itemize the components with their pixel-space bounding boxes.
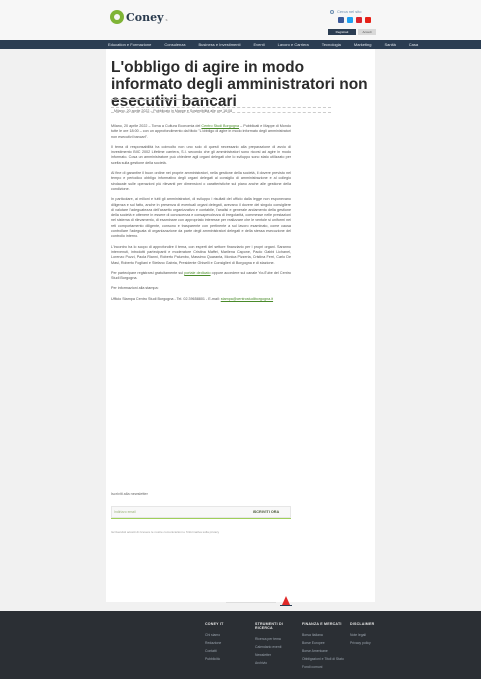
footer-link[interactable]: Newsletter <box>255 651 299 659</box>
twitter-icon[interactable] <box>347 17 353 23</box>
paragraph: Per informazioni alla stampa: <box>111 286 159 291</box>
footer-link[interactable]: Obbligazioni e Titoli di Stato <box>302 655 346 663</box>
brand-mark-icon <box>282 596 290 605</box>
paragraph: Milano, 20 aprile 2022 – Torna a Cultura… <box>111 124 292 139</box>
footer-heading: CONEY IT <box>205 622 224 626</box>
nav-item[interactable]: Business e Investimenti <box>198 40 240 49</box>
site-footer: CONEY IT Chi siamo Redazione Contatti Pu… <box>0 611 481 679</box>
footer-link[interactable]: Contatti <box>205 647 249 655</box>
site-logo[interactable]: Coney s <box>110 8 167 26</box>
newsletter-underline <box>111 518 291 519</box>
share-handle[interactable] <box>166 98 169 101</box>
main-nav: Education e Formazione Consulenza Busine… <box>0 40 481 49</box>
footer-link[interactable]: Calendario eventi <box>255 643 299 651</box>
footer-heading: STRUMENTI DI RICERCA <box>255 622 283 630</box>
share-track <box>111 99 216 100</box>
subscribe-button[interactable]: ISCRIVITI ORA <box>244 509 288 515</box>
social-links <box>338 17 371 23</box>
footer-link[interactable]: Privacy policy <box>350 639 394 647</box>
article-card: L'obbligo di agire in modo informato deg… <box>106 49 375 619</box>
paragraph: Per partecipare registrarsi gratuitament… <box>111 270 291 281</box>
privacy-note: Iscrivendoti accetti di ricevere le nost… <box>111 530 220 534</box>
search-label: Cerca nel sito <box>337 9 362 14</box>
youtube-icon[interactable] <box>365 17 371 23</box>
newsletter-label: Iscriviti alla newsletter <box>111 492 148 496</box>
inline-link[interactable]: Centro Studi Borgogna <box>201 124 239 128</box>
inline-link[interactable]: portale dedicato <box>184 271 210 275</box>
logo-text: Coney <box>126 10 164 24</box>
logo-suffix: s <box>165 16 168 22</box>
email-link[interactable]: stampa@centrostudiborgogna.it <box>221 297 273 301</box>
share-slider[interactable] <box>111 98 216 101</box>
site-header: Coney s Cerca nel sito Registrati Accedi <box>0 0 481 40</box>
footer-column: FINANZA E MERCATI Borsa Italiana Borse E… <box>302 622 346 671</box>
share-handle[interactable] <box>114 98 117 101</box>
nav-item[interactable]: Marketing <box>354 40 372 49</box>
nav-item[interactable]: Consulenza <box>164 40 185 49</box>
footer-link[interactable]: Borsa Italiana <box>302 631 346 639</box>
article-meta: Milano, 20 aprile 2022 – Pubblicato in M… <box>111 107 331 113</box>
register-button[interactable]: Registrati <box>328 29 356 35</box>
article-body: Milano, 20 aprile 2022 – Torna a Cultura… <box>111 124 291 307</box>
search-icon <box>330 9 334 14</box>
footer-link[interactable]: Borse Americane <box>302 647 346 655</box>
nav-item[interactable]: Tecnologia <box>322 40 341 49</box>
footer-link[interactable]: Ricerca per tema <box>255 635 299 643</box>
footer-link[interactable]: Chi siamo <box>205 631 249 639</box>
paragraph: In particolare, ai milioni e tutti gli a… <box>111 197 291 239</box>
footer-heading: FINANZA E MERCATI <box>302 622 342 626</box>
nav-item[interactable]: Education e Formazione <box>108 40 151 49</box>
facebook-icon[interactable] <box>338 17 344 23</box>
paragraph: Ufficio Stampa Centro Studi Borgogna - T… <box>111 296 274 301</box>
pinterest-icon[interactable] <box>356 17 362 23</box>
footer-column: DISCLAIMER Note legali Privacy policy <box>350 622 394 647</box>
footer-link[interactable]: Note legali <box>350 631 394 639</box>
newsletter-email-input[interactable]: Indirizzo email <box>114 510 234 515</box>
divider <box>226 602 276 603</box>
nav-item[interactable]: Sanità <box>384 40 395 49</box>
footer-link[interactable]: Pubblicità <box>205 655 249 663</box>
nav-item[interactable]: Casa <box>409 40 418 49</box>
footer-link[interactable]: Redazione <box>205 639 249 647</box>
paragraph: Il tema di responsabilità ha coinvolto n… <box>111 144 291 165</box>
logo-icon <box>110 10 124 24</box>
paragraph: Al fine di garantire il buon ordine nei … <box>111 171 291 191</box>
footer-column: STRUMENTI DI RICERCA Ricerca per tema Ca… <box>255 622 299 667</box>
nav-item[interactable]: Lavoro e Carriera <box>278 40 309 49</box>
footer-link[interactable]: Archivio <box>255 659 299 667</box>
footer-column: CONEY IT Chi siamo Redazione Contatti Pu… <box>205 622 249 663</box>
account-buttons: Registrati Accedi <box>328 29 376 35</box>
footer-heading: DISCLAIMER <box>350 622 375 626</box>
login-button[interactable]: Accedi <box>358 29 376 35</box>
search-link[interactable]: Cerca nel sito <box>330 9 361 14</box>
footer-link[interactable]: Borse Europee <box>302 639 346 647</box>
newsletter-form: Indirizzo email ISCRIVITI ORA <box>111 506 291 518</box>
paragraph: L'incontro ha lo scopo di approfondire i… <box>111 244 291 265</box>
nav-item[interactable]: Eventi <box>254 40 265 49</box>
brand-mark-base <box>280 605 292 606</box>
footer-link[interactable]: Fondi comuni <box>302 663 346 671</box>
page: Coney s Cerca nel sito Registrati Accedi… <box>0 0 481 679</box>
article-title: L'obbligo di agire in modo informato deg… <box>111 59 368 110</box>
